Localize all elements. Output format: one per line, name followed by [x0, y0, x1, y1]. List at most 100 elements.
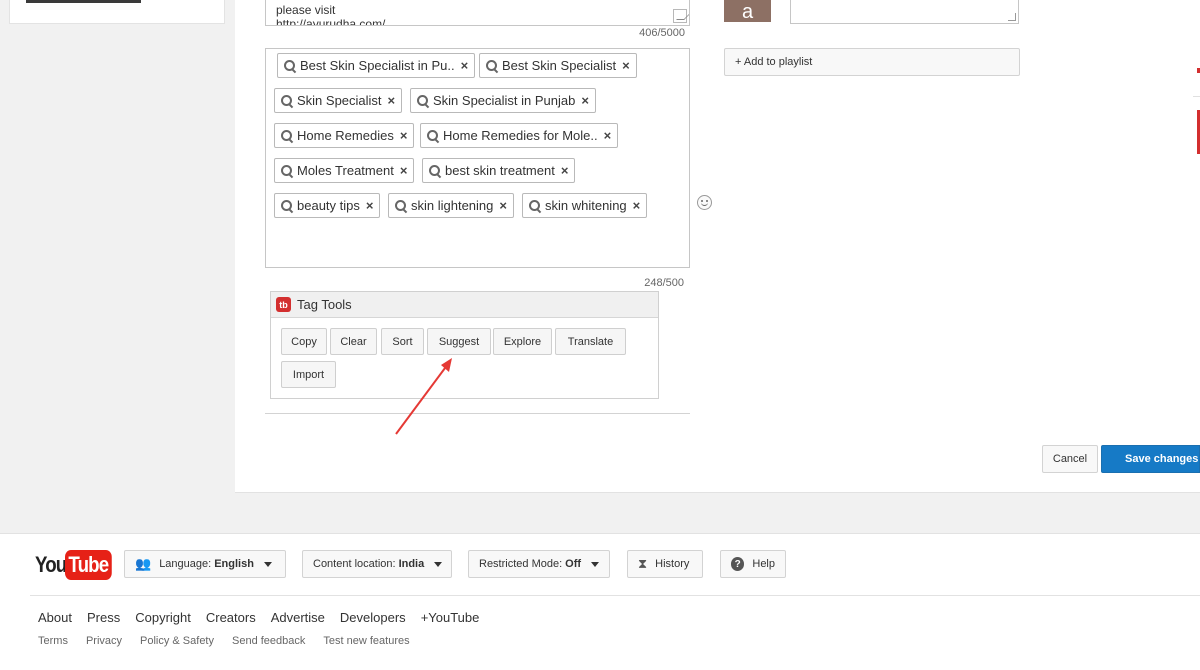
restricted-value: Off	[565, 558, 582, 570]
cancel-button[interactable]: Cancel	[1042, 445, 1098, 473]
location-label: Content location:	[313, 558, 396, 570]
tag-chip[interactable]: Skin Specialist ×	[274, 88, 403, 113]
footer-secondary-links: Terms Privacy Policy & Safety Send feedb…	[38, 635, 428, 647]
smiley-icon[interactable]	[697, 195, 712, 210]
remove-tag-icon[interactable]: ×	[581, 94, 589, 107]
sidebar-dark-bar	[26, 0, 141, 3]
footer-link[interactable]: +YouTube	[421, 610, 480, 625]
hourglass-icon: ⧗	[638, 556, 648, 571]
tag-chip[interactable]: Skin Specialist in Punjab ×	[410, 88, 596, 113]
edge-divider	[1193, 96, 1200, 97]
resize-grip-icon[interactable]	[673, 9, 687, 23]
tag-label: best skin treatment	[445, 163, 555, 178]
language-icon: 👥	[135, 556, 152, 571]
tag-chip[interactable]: beauty tips ×	[274, 193, 381, 218]
youtube-logo[interactable]: You Tube	[35, 550, 120, 580]
search-icon	[486, 59, 498, 72]
footer-link[interactable]: Developers	[340, 610, 406, 625]
footer-link[interactable]: Policy & Safety	[140, 635, 214, 647]
remove-tag-icon[interactable]: ×	[604, 129, 612, 142]
chevron-down-icon	[434, 561, 443, 567]
search-icon	[284, 59, 296, 72]
save-changes-button[interactable]: Save changes	[1101, 445, 1200, 473]
tag-label: Skin Specialist	[297, 93, 382, 108]
tag-label: beauty tips	[297, 198, 360, 213]
copy-button[interactable]: Copy	[281, 328, 327, 355]
history-button[interactable]: ⧗ History	[627, 550, 703, 578]
section-divider	[265, 413, 690, 414]
tag-label: skin lightening	[411, 198, 494, 213]
search-icon	[395, 199, 407, 212]
help-icon: ?	[731, 557, 745, 571]
description-char-count: 406/5000	[639, 27, 685, 39]
footer-link[interactable]: About	[38, 610, 72, 625]
tubebuddy-logo-icon: tb	[276, 297, 291, 312]
search-icon	[529, 199, 541, 212]
tag-label: Home Remedies for Mole..	[443, 128, 598, 143]
footer-link[interactable]: Terms	[38, 635, 68, 647]
search-icon	[417, 94, 429, 107]
logo-tube-text: Tube	[65, 550, 112, 580]
remove-tag-icon[interactable]: ×	[366, 199, 374, 212]
search-icon	[281, 129, 293, 142]
help-button[interactable]: ? Help	[720, 550, 786, 578]
comment-textarea[interactable]	[790, 0, 1019, 24]
remove-tag-icon[interactable]: ×	[400, 129, 408, 142]
import-button[interactable]: Import	[281, 361, 336, 388]
search-icon	[427, 129, 439, 142]
history-label: History	[655, 558, 690, 570]
tag-chip[interactable]: Home Remedies for Mole.. ×	[420, 123, 619, 148]
restricted-mode-button[interactable]: Restricted Mode: Off	[468, 550, 610, 578]
location-value: India	[398, 558, 425, 570]
help-label: Help	[752, 558, 775, 570]
search-icon	[429, 164, 441, 177]
remove-tag-icon[interactable]: ×	[499, 199, 507, 212]
add-to-playlist-button[interactable]: + Add to playlist	[724, 48, 1020, 76]
explore-button[interactable]: Explore	[493, 328, 552, 355]
tag-chip[interactable]: skin whitening ×	[522, 193, 648, 218]
footer-link[interactable]: Copyright	[135, 610, 191, 625]
tag-label: Best Skin Specialist	[502, 58, 617, 73]
sort-button[interactable]: Sort	[381, 328, 424, 355]
tag-chip[interactable]: Best Skin Specialist ×	[479, 53, 637, 78]
remove-tag-icon[interactable]: ×	[561, 164, 569, 177]
footer-link[interactable]: Advertise	[271, 610, 325, 625]
tag-chip[interactable]: best skin treatment ×	[422, 158, 576, 183]
content-location-button[interactable]: Content location: India	[302, 550, 452, 578]
description-line: http://ayurudha.com/	[276, 17, 386, 26]
tag-label: Skin Specialist in Punjab	[433, 93, 576, 108]
left-sidebar-card	[9, 0, 225, 24]
footer-link[interactable]: Press	[87, 610, 120, 625]
tag-chip[interactable]: skin lightening ×	[388, 193, 514, 218]
restricted-label: Restricted Mode:	[479, 558, 563, 570]
search-icon	[281, 164, 293, 177]
remove-tag-icon[interactable]: ×	[633, 199, 641, 212]
footer-link[interactable]: Privacy	[86, 635, 122, 647]
clear-button[interactable]: Clear	[330, 328, 377, 355]
description-textarea[interactable]: please visit http://ayurudha.com/	[265, 0, 690, 26]
remove-tag-icon[interactable]: ×	[461, 59, 469, 72]
footer-link[interactable]: Send feedback	[232, 635, 305, 647]
tag-chip[interactable]: Best Skin Specialist in Pu.. ×	[277, 53, 476, 78]
remove-tag-icon[interactable]: ×	[622, 59, 630, 72]
tag-tools-header: tb Tag Tools	[271, 292, 658, 318]
footer-link[interactable]: Test new features	[323, 635, 409, 647]
logo-you-text: You	[35, 552, 67, 577]
footer-primary-links: About Press Copyright Creators Advertise…	[38, 610, 494, 625]
tag-chip[interactable]: Home Remedies ×	[274, 123, 415, 148]
remove-tag-icon[interactable]: ×	[400, 164, 408, 177]
footer-link[interactable]: Creators	[206, 610, 256, 625]
suggest-button[interactable]: Suggest	[427, 328, 491, 355]
tag-tools-title: Tag Tools	[297, 297, 352, 312]
translate-button[interactable]: Translate	[555, 328, 626, 355]
language-button[interactable]: 👥 Language: English	[124, 550, 286, 578]
tag-chip[interactable]: Moles Treatment ×	[274, 158, 415, 183]
footer-divider	[30, 595, 1200, 596]
resize-grip-icon[interactable]	[1008, 13, 1016, 21]
tag-label: Moles Treatment	[297, 163, 394, 178]
tags-field[interactable]: Best Skin Specialist in Pu.. × Best Skin…	[265, 48, 690, 268]
chevron-down-icon	[263, 561, 272, 567]
tag-tools-panel: tb Tag Tools Copy Clear Sort Suggest Exp…	[270, 291, 659, 399]
remove-tag-icon[interactable]: ×	[388, 94, 396, 107]
language-label: Language:	[159, 558, 212, 570]
